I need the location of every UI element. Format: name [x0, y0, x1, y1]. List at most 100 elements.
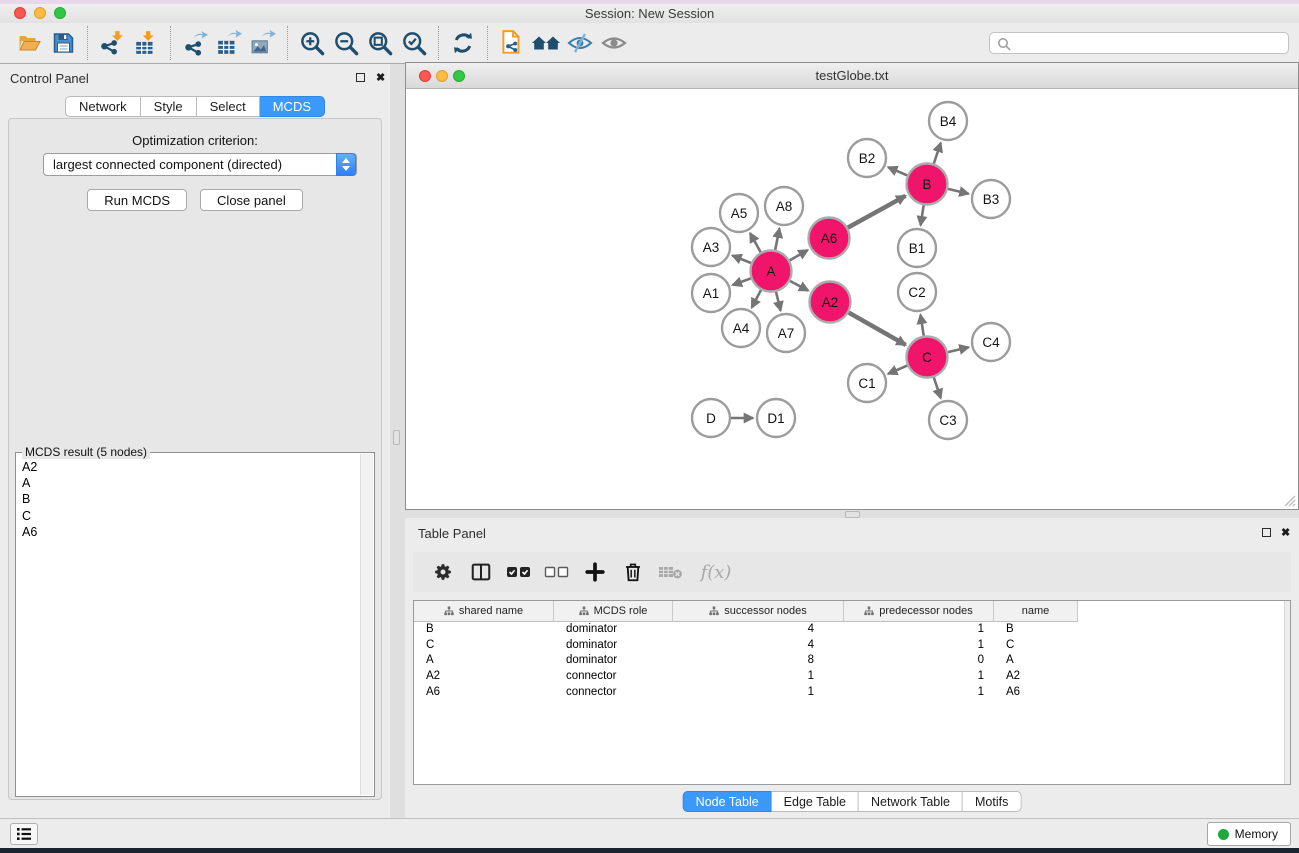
- graph-node-C1[interactable]: C1: [848, 364, 886, 402]
- zoom-out-button[interactable]: [329, 26, 363, 60]
- zoom-selected-button[interactable]: [397, 26, 431, 60]
- zoom-in-button[interactable]: [295, 26, 329, 60]
- open-session-button[interactable]: [12, 26, 46, 60]
- graph-edge-A-A5[interactable]: [750, 233, 761, 252]
- graph-edge-A-A8[interactable]: [775, 229, 779, 250]
- column-header-MCDS-role[interactable]: MCDS role: [554, 601, 673, 622]
- graph-node-D[interactable]: D: [692, 399, 730, 437]
- tab-style[interactable]: Style: [141, 96, 197, 117]
- zoom-window-button[interactable]: [54, 7, 66, 19]
- close-view-button[interactable]: [419, 70, 431, 82]
- result-scrollbar[interactable]: [360, 454, 373, 795]
- table-row[interactable]: Adominator80A: [414, 653, 1290, 669]
- search-field[interactable]: [989, 32, 1289, 54]
- vertical-divider-grip[interactable]: [393, 430, 400, 445]
- tab-node-table[interactable]: Node Table: [683, 791, 772, 812]
- import-network-button[interactable]: [95, 26, 129, 60]
- tab-motifs[interactable]: Motifs: [963, 791, 1021, 812]
- export-network-button[interactable]: [178, 26, 212, 60]
- graph-node-A8[interactable]: A8: [765, 187, 803, 225]
- graph-edge-A-A4[interactable]: [752, 290, 761, 308]
- hide-shared-panel-button[interactable]: [563, 26, 597, 60]
- graph-node-A5[interactable]: A5: [720, 194, 758, 232]
- add-column-button[interactable]: [579, 556, 611, 588]
- graph-node-C4[interactable]: C4: [972, 323, 1010, 361]
- close-table-panel-icon[interactable]: ✖: [1281, 528, 1290, 539]
- graph-edge-A-A2[interactable]: [790, 281, 808, 291]
- zoom-fit-button[interactable]: [363, 26, 397, 60]
- table-row[interactable]: Cdominator41C: [414, 638, 1290, 654]
- resize-grip-icon[interactable]: [1283, 494, 1296, 507]
- column-header-predecessor-nodes[interactable]: predecessor nodes: [844, 601, 994, 622]
- home-button[interactable]: [529, 26, 563, 60]
- graph-edge-A6-B[interactable]: [848, 196, 906, 228]
- show-columns-button[interactable]: [465, 556, 497, 588]
- tab-network[interactable]: Network: [65, 96, 141, 117]
- graph-node-B4[interactable]: B4: [929, 102, 967, 140]
- graph-node-A1[interactable]: A1: [692, 274, 730, 312]
- float-table-panel-icon[interactable]: [1262, 528, 1271, 537]
- graph-edge-C-C2[interactable]: [920, 315, 923, 336]
- network-graph-canvas[interactable]: B4B2BB3A8A5A6B1A3AC2A1A2A4A7C4CC1DD1C3: [406, 89, 1298, 509]
- delete-column-button[interactable]: [617, 556, 649, 588]
- tab-network-table[interactable]: Network Table: [859, 791, 963, 812]
- graph-node-A6[interactable]: A6: [809, 218, 850, 259]
- graph-edge-B-B4[interactable]: [934, 143, 941, 164]
- table-row[interactable]: Bdominator41B: [414, 622, 1290, 638]
- criterion-dropdown[interactable]: largest connected component (directed): [43, 153, 357, 176]
- graph-node-D1[interactable]: D1: [757, 399, 795, 437]
- save-session-button[interactable]: [46, 26, 80, 60]
- result-item[interactable]: A6: [17, 524, 361, 540]
- import-table-button[interactable]: [129, 26, 163, 60]
- table-scrollbar[interactable]: [1284, 601, 1290, 784]
- node-table[interactable]: shared nameMCDS rolesuccessor nodesprede…: [413, 600, 1291, 785]
- graph-edge-A-A1[interactable]: [733, 278, 751, 285]
- show-panel-button[interactable]: [597, 26, 631, 60]
- column-header-shared-name[interactable]: shared name: [414, 601, 554, 622]
- graph-edge-B-B3[interactable]: [948, 189, 969, 194]
- graph-node-B3[interactable]: B3: [972, 180, 1010, 218]
- column-header-name[interactable]: name: [994, 601, 1078, 622]
- graph-edge-A-A7[interactable]: [776, 292, 781, 311]
- graph-node-A[interactable]: A: [751, 251, 792, 292]
- close-window-button[interactable]: [14, 7, 26, 19]
- open-session-file-button[interactable]: [495, 26, 529, 60]
- result-item[interactable]: C: [17, 508, 361, 524]
- search-input[interactable]: [1016, 34, 1284, 52]
- column-header-successor-nodes[interactable]: successor nodes: [673, 601, 844, 622]
- run-mcds-button[interactable]: Run MCDS: [87, 189, 187, 211]
- table-settings-button[interactable]: [427, 556, 459, 588]
- graph-edge-C-C1[interactable]: [888, 366, 907, 374]
- graph-node-B2[interactable]: B2: [848, 139, 886, 177]
- function-builder-button[interactable]: f(x): [693, 556, 739, 588]
- graph-node-C[interactable]: C: [907, 337, 948, 378]
- tab-mcds[interactable]: MCDS: [260, 96, 325, 117]
- minimize-window-button[interactable]: [34, 7, 46, 19]
- table-row[interactable]: A6connector11A6: [414, 685, 1290, 701]
- graph-edge-A2-C[interactable]: [849, 313, 906, 345]
- float-panel-icon[interactable]: [356, 73, 365, 82]
- graph-edge-C-C3[interactable]: [934, 377, 941, 398]
- graph-edge-A-A3[interactable]: [732, 256, 751, 263]
- task-history-button[interactable]: [10, 823, 38, 845]
- graph-edge-B-B1[interactable]: [921, 205, 924, 225]
- delete-table-button[interactable]: [655, 556, 687, 588]
- refresh-button[interactable]: [446, 26, 480, 60]
- export-image-button[interactable]: [246, 26, 280, 60]
- mcds-result-list[interactable]: A2ABCA6: [17, 459, 361, 795]
- minimize-view-button[interactable]: [436, 70, 448, 82]
- graph-node-C2[interactable]: C2: [898, 273, 936, 311]
- horizontal-divider-grip[interactable]: [845, 511, 860, 518]
- graph-edge-B-B2[interactable]: [888, 167, 907, 175]
- table-row[interactable]: A2connector11A2: [414, 669, 1290, 685]
- tab-select[interactable]: Select: [197, 96, 260, 117]
- zoom-view-button[interactable]: [453, 70, 465, 82]
- close-panel-button[interactable]: Close panel: [200, 189, 303, 211]
- graph-node-C3[interactable]: C3: [929, 401, 967, 439]
- graph-node-B[interactable]: B: [907, 164, 948, 205]
- graph-edge-A-A6[interactable]: [790, 250, 808, 260]
- result-item[interactable]: B: [17, 491, 361, 507]
- graph-node-A2[interactable]: A2: [810, 282, 851, 323]
- result-item[interactable]: A: [17, 475, 361, 491]
- tab-edge-table[interactable]: Edge Table: [772, 791, 859, 812]
